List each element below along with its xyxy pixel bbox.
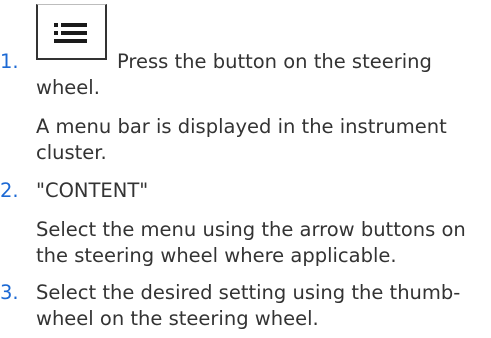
step-number: 1. <box>0 50 19 73</box>
step-note-cont: cluster. <box>36 141 107 164</box>
menu-bar <box>61 23 87 27</box>
menu-bar <box>61 31 87 35</box>
step-instruction: Press the button on the steering <box>117 50 432 73</box>
step-note: A menu bar is displayed in the instrumen… <box>36 115 447 138</box>
step-note-cont: the steering wheel where applicable. <box>36 244 397 267</box>
step-instruction: Select the desired setting using the thu… <box>36 281 461 304</box>
step-instruction: "CONTENT" <box>36 179 149 202</box>
step-instruction-cont: wheel on the steering wheel. <box>36 307 319 330</box>
menu-bar <box>54 39 87 43</box>
menu-button-icon <box>36 4 107 60</box>
step-note: Select the menu using the arrow buttons … <box>36 218 466 241</box>
step-number: 3. <box>0 281 19 304</box>
menu-dot <box>54 23 58 27</box>
step-instruction-cont: wheel. <box>36 76 100 99</box>
step-number: 2. <box>0 179 19 202</box>
menu-dot <box>54 31 58 35</box>
